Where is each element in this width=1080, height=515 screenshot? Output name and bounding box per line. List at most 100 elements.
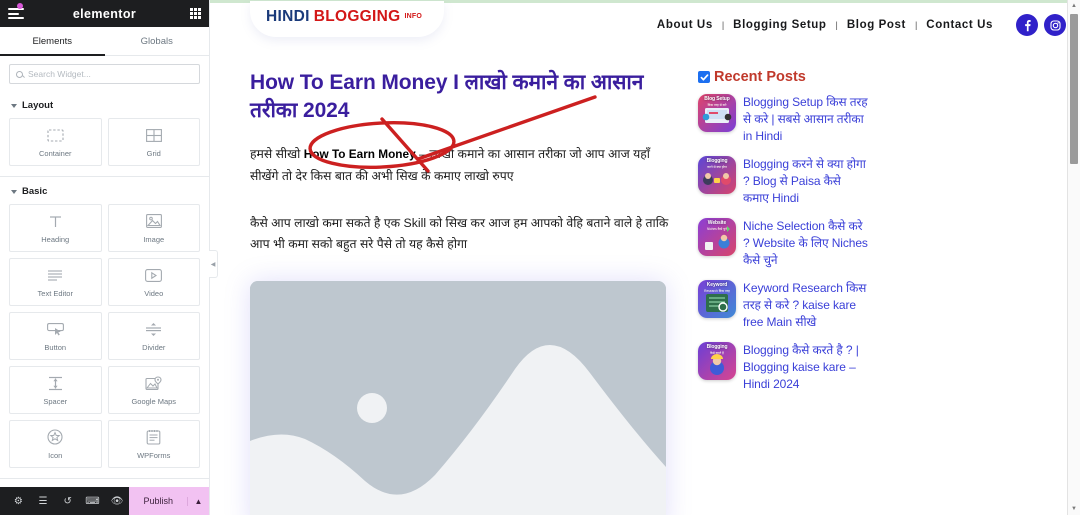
widget-button[interactable]: Button [9,312,102,360]
navigator-icon[interactable]: ☰ [31,496,56,507]
widget-grid-basic: Heading Image Text Editor Video Button D… [0,204,209,476]
elementor-editor-window: elementor Elements Globals Layout [0,0,1080,515]
article-column: How To Earn Money I लाखो कमाने का आसान त… [250,47,680,515]
widget-label: Video [144,289,164,298]
video-icon [145,266,163,284]
page-content: How To Earn Money I लाखो कमाने का आसान त… [210,47,1080,515]
widget-video[interactable]: Video [107,258,200,306]
history-icon[interactable]: ↺ [55,496,80,507]
nav-item-about-us[interactable]: About Us [648,19,722,31]
responsive-icon[interactable]: ⌨ [80,496,105,507]
nav-item-contact-us[interactable]: Contact Us [917,19,1002,31]
widget-grid[interactable]: Grid [107,118,200,166]
thumbnail-subtitle: किस तरह से करे [707,103,727,107]
settings-icon[interactable]: ⚙ [6,496,31,507]
article-paragraph-1: हमसे सीखो How To Earn Money – लाखो कमाने… [250,144,680,186]
text-editor-icon [47,266,63,284]
site-preview: HINDI BLOGGING INFO About Us | Blogging … [210,0,1080,515]
vertical-scrollbar[interactable]: ▲ ▼ [1067,0,1080,515]
post-thumbnail: Blogging करने से क्या होगा [698,156,736,195]
paragraph-bold-phrase: How To Earn Money [303,147,416,162]
placeholder-graphic [250,281,666,515]
section-title: Basic [22,186,48,197]
section-header-pro[interactable]: Pro [0,479,209,487]
scroll-up-arrow[interactable]: ▲ [1068,0,1080,12]
widget-divider[interactable]: Divider [107,312,200,360]
widget-label: Image [143,235,165,244]
image-icon [145,212,162,230]
page-title: How To Earn Money I लाखो कमाने का आसान त… [250,71,644,122]
site-logo[interactable]: HINDI BLOGGING INFO [250,1,445,37]
preview-icon[interactable]: 👁 [105,496,130,507]
post-link[interactable]: Keyword Research किस तरह से करे ? kaise … [743,280,868,331]
section-header-basic[interactable]: Basic [0,177,209,204]
publish-button[interactable]: Publish [129,496,187,506]
article-paragraph-2: कैसे आप लाखो कमा सकते है एक Skill को सिख… [250,215,669,251]
widget-icon[interactable]: Icon [9,420,102,468]
search-box[interactable] [9,64,200,84]
elementor-widget-panel: elementor Elements Globals Layout [0,0,218,515]
widget-text-editor[interactable]: Text Editor [9,258,102,306]
list-item[interactable]: Blogging कैसे करते है Blogging कैसे करते… [698,342,868,393]
post-link[interactable]: Blogging कैसे करते है ? | Blogging kaise… [743,342,868,393]
widget-wpforms[interactable]: WPForms [107,420,200,468]
scrollbar-thumb[interactable] [1070,14,1078,164]
google-maps-icon [145,374,162,392]
thumbnail-title: Blog Setup [704,96,730,102]
checkbox-checked-icon [698,71,710,83]
widget-heading[interactable]: Heading [9,204,102,252]
widget-container[interactable]: Container [9,118,102,166]
section-header-layout[interactable]: Layout [0,91,209,118]
widget-label: Spacer [43,397,68,406]
post-thumbnail: Blogging कैसे करते है [698,342,736,381]
search-input[interactable] [28,69,193,79]
grid-icon [145,126,162,144]
widget-image[interactable]: Image [107,204,200,252]
spacer-icon [47,374,64,392]
facebook-icon[interactable] [1016,14,1038,36]
wpforms-icon [146,428,161,446]
post-link[interactable]: Niche Selection कैसे करे ? Website के लि… [743,218,868,269]
site-header: HINDI BLOGGING INFO About Us | Blogging … [210,1,1080,47]
post-link[interactable]: Blogging करने से क्या होगा ? Blog से Pai… [743,156,868,207]
list-item[interactable]: Website Niches कैसे चुने Niche Selection… [698,218,868,269]
instagram-icon[interactable] [1044,14,1066,36]
widget-spacer[interactable]: Spacer [9,366,102,414]
logo-text-hindi: HINDI [266,8,310,25]
panel-tabs: Elements Globals [0,27,209,56]
thumbnail-subtitle: करने से क्या होगा [707,165,727,170]
panel-footer-toolbar: ⚙ ☰ ↺ ⌨ 👁 Publish ▲ [0,487,209,515]
paragraph-text-pre: हमसे सीखो [250,147,304,162]
tab-globals[interactable]: Globals [105,27,210,55]
widget-label: Text Editor [37,289,73,298]
panel-collapse-handle[interactable]: ◀ [209,250,218,278]
post-thumbnail: Website Niches कैसे चुने [698,218,736,257]
panel-header: elementor [0,0,209,27]
thumbnail-title: Website [707,220,727,227]
chevron-down-icon [11,189,17,194]
divider-icon [145,320,162,338]
image-placeholder[interactable] [250,281,666,515]
widget-label: Google Maps [131,397,177,406]
chevron-up-icon[interactable]: ▲ [187,496,209,506]
search-icon [16,70,23,78]
thumbnail-title: Keyword [706,282,728,289]
thumbnail-title: Blogging [706,344,728,351]
search-widget-area [0,56,209,91]
widget-google-maps[interactable]: Google Maps [107,366,200,414]
widget-label: Container [38,149,72,158]
scroll-down-arrow[interactable]: ▼ [1068,503,1080,515]
list-item[interactable]: Keyword Research किस तरह Keyword Researc… [698,280,868,331]
star-icon [47,428,63,446]
nav-item-blogging-setup[interactable]: Blogging Setup [724,19,835,31]
tab-elements[interactable]: Elements [0,27,105,56]
widget-label: Button [44,343,67,352]
chevron-down-icon [11,103,17,108]
main-navigation: About Us | Blogging Setup | Blog Post | … [648,14,1066,36]
list-item[interactable]: Blogging करने से क्या होगा Blogging करने… [698,156,868,207]
widget-label: Grid [146,149,161,158]
list-item[interactable]: Blog Setup किस तरह से करे Blogging Setup… [698,94,868,145]
section-title: Layout [22,100,54,111]
post-link[interactable]: Blogging Setup किस तरह से करे | सबसे आसा… [743,94,868,145]
nav-item-blog-post[interactable]: Blog Post [838,19,915,31]
